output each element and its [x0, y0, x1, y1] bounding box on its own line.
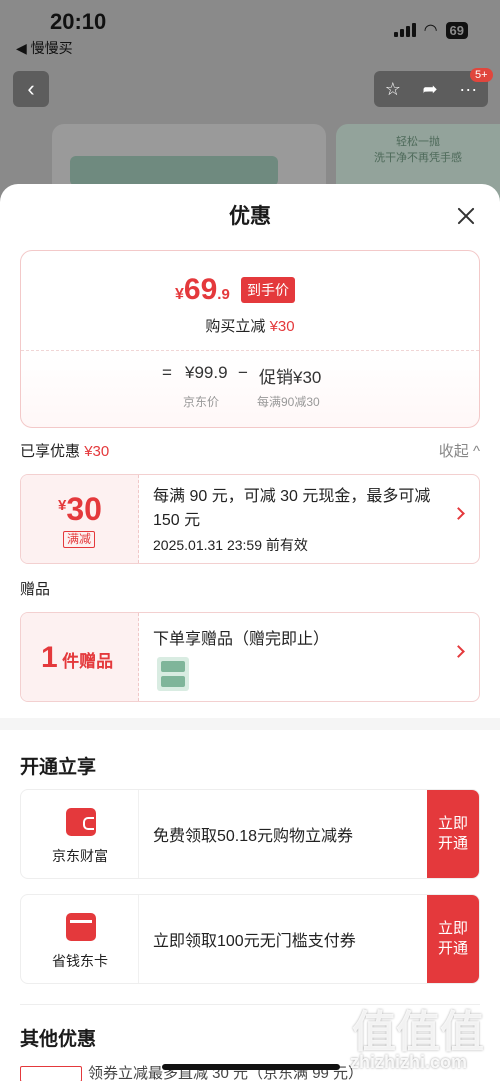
home-indicator[interactable]	[162, 1064, 340, 1070]
open-card-desc: 免费领取50.18元购物立减券	[153, 828, 354, 845]
collapse-toggle[interactable]: 收起 ^	[439, 440, 480, 461]
status-time: 20:10	[50, 9, 107, 34]
enjoyed-discount-row: 已享优惠 ¥30 收起 ^	[20, 440, 480, 461]
formula-equals: =	[162, 363, 172, 382]
close-icon[interactable]	[454, 204, 478, 228]
status-bar: 20:10 ◀ 慢慢买 ◠ 69	[0, 0, 500, 62]
site-watermark: 值值值 zhizhizhi.com	[346, 996, 500, 1081]
gift-count: 1 件赠品	[41, 641, 113, 675]
coupon-type-tag: 满减	[63, 531, 96, 548]
open-card-save-card[interactable]: 省钱东卡 立即领取100元无门槛支付券 立即开通	[20, 894, 480, 984]
open-card-desc: 立即领取100元无门槛支付券	[153, 933, 356, 950]
gift-count-box: 1 件赠品	[21, 613, 139, 701]
gift-section-label: 赠品	[20, 581, 51, 598]
enjoyed-label: 已享优惠	[20, 443, 81, 460]
final-price-tag: 到手价	[241, 277, 295, 303]
coupon-value: ¥30 满减	[21, 475, 139, 563]
open-card-brand: 京东财富	[21, 790, 139, 878]
coupon-description: 每满 90 元，可减 30 元现金，最多可减 150 元	[153, 488, 431, 529]
back-to-app-link[interactable]: ◀ 慢慢买	[16, 38, 73, 58]
formula-promo-label: 每满90减30	[257, 395, 320, 409]
buy-reduction-label: 购买立减	[205, 318, 266, 335]
gift-thumbnail	[157, 657, 189, 691]
price-card: ¥69.9 到手价 购买立减 ¥30 = ¥99.9 − 促销¥30 京东价 每…	[20, 250, 480, 428]
coupon-valid-date: 2025.01.31 23:59 前有效	[153, 537, 308, 553]
wallet-icon	[66, 808, 96, 836]
formula-minus: −	[238, 363, 248, 382]
watermark-site: zhizhizhi.com	[350, 1052, 467, 1072]
message-badge: 5+	[470, 68, 493, 82]
formula-promo: 促销¥30	[259, 368, 322, 387]
star-icon[interactable]: ☆	[385, 79, 401, 100]
coupon-amount: ¥30	[21, 491, 139, 528]
full-reduction-coupon[interactable]: ¥30 满减 每满 90 元，可减 30 元现金，最多可减 150 元 2025…	[20, 474, 480, 564]
gift-count-number: 1	[41, 641, 58, 674]
status-icons: ◠ 69	[393, 20, 468, 40]
open-card-jd-wealth[interactable]: 京东财富 免费领取50.18元购物立减券 立即开通	[20, 789, 480, 879]
final-price-decimal: .9	[217, 286, 230, 303]
formula-jd-price: ¥99.9	[185, 363, 228, 382]
open-now-label: 立即开通	[437, 920, 468, 957]
price-summary: ¥69.9 到手价 购买立减 ¥30	[21, 251, 479, 351]
battery-icon: 69	[445, 21, 468, 39]
gift-card[interactable]: 1 件赠品 下单享赠品（赠完即止）	[20, 612, 480, 702]
buy-reduction-amount: ¥30	[269, 318, 295, 335]
card-icon	[66, 913, 96, 941]
chevron-right-icon	[452, 645, 465, 658]
coupon-number: 30	[66, 491, 102, 527]
final-price-integer: 69	[183, 273, 218, 306]
signal-icon	[393, 23, 416, 37]
open-section-title: 开通立享	[20, 757, 97, 778]
open-card-label: 省钱东卡	[52, 953, 108, 969]
buy-reduction: 购买立减 ¥30	[21, 315, 479, 336]
open-now-button[interactable]: 立即开通	[427, 790, 479, 878]
share-icon[interactable]: ➦	[423, 79, 438, 100]
open-now-button[interactable]: 立即开通	[427, 895, 479, 983]
promo-line-2: 洗干净不再凭手感	[374, 152, 462, 164]
wifi-icon: ◠	[423, 22, 438, 39]
product-lid	[70, 156, 278, 186]
final-price: ¥69.9	[175, 273, 230, 307]
back-button[interactable]: ‹	[13, 71, 49, 107]
other-offers-title: 其他优惠	[20, 1029, 97, 1050]
open-card-brand: 省钱东卡	[21, 895, 139, 983]
watermark-logo: 值值值	[352, 1008, 484, 1057]
gift-count-unit: 件赠品	[62, 652, 114, 671]
gift-title: 下单享赠品（赠完即止）	[153, 631, 330, 648]
enjoyed-amount: ¥30	[84, 443, 110, 460]
sheet-title: 优惠	[229, 205, 271, 228]
discount-sheet: 优惠 ¥69.9 到手价 购买立减 ¥30 = ¥99.9 − 促销¥30 京东…	[0, 184, 500, 1081]
open-now-label: 立即开通	[437, 815, 468, 852]
chevron-left-icon: ‹	[27, 76, 35, 101]
final-price-currency: ¥	[175, 286, 184, 303]
chevron-right-icon	[452, 507, 465, 520]
section-divider	[0, 718, 500, 730]
formula-jd-price-label: 京东价	[183, 395, 220, 409]
offer-tag	[20, 1066, 82, 1081]
promo-line-1: 轻松一抛	[396, 136, 440, 148]
open-card-label: 京东财富	[52, 848, 108, 864]
